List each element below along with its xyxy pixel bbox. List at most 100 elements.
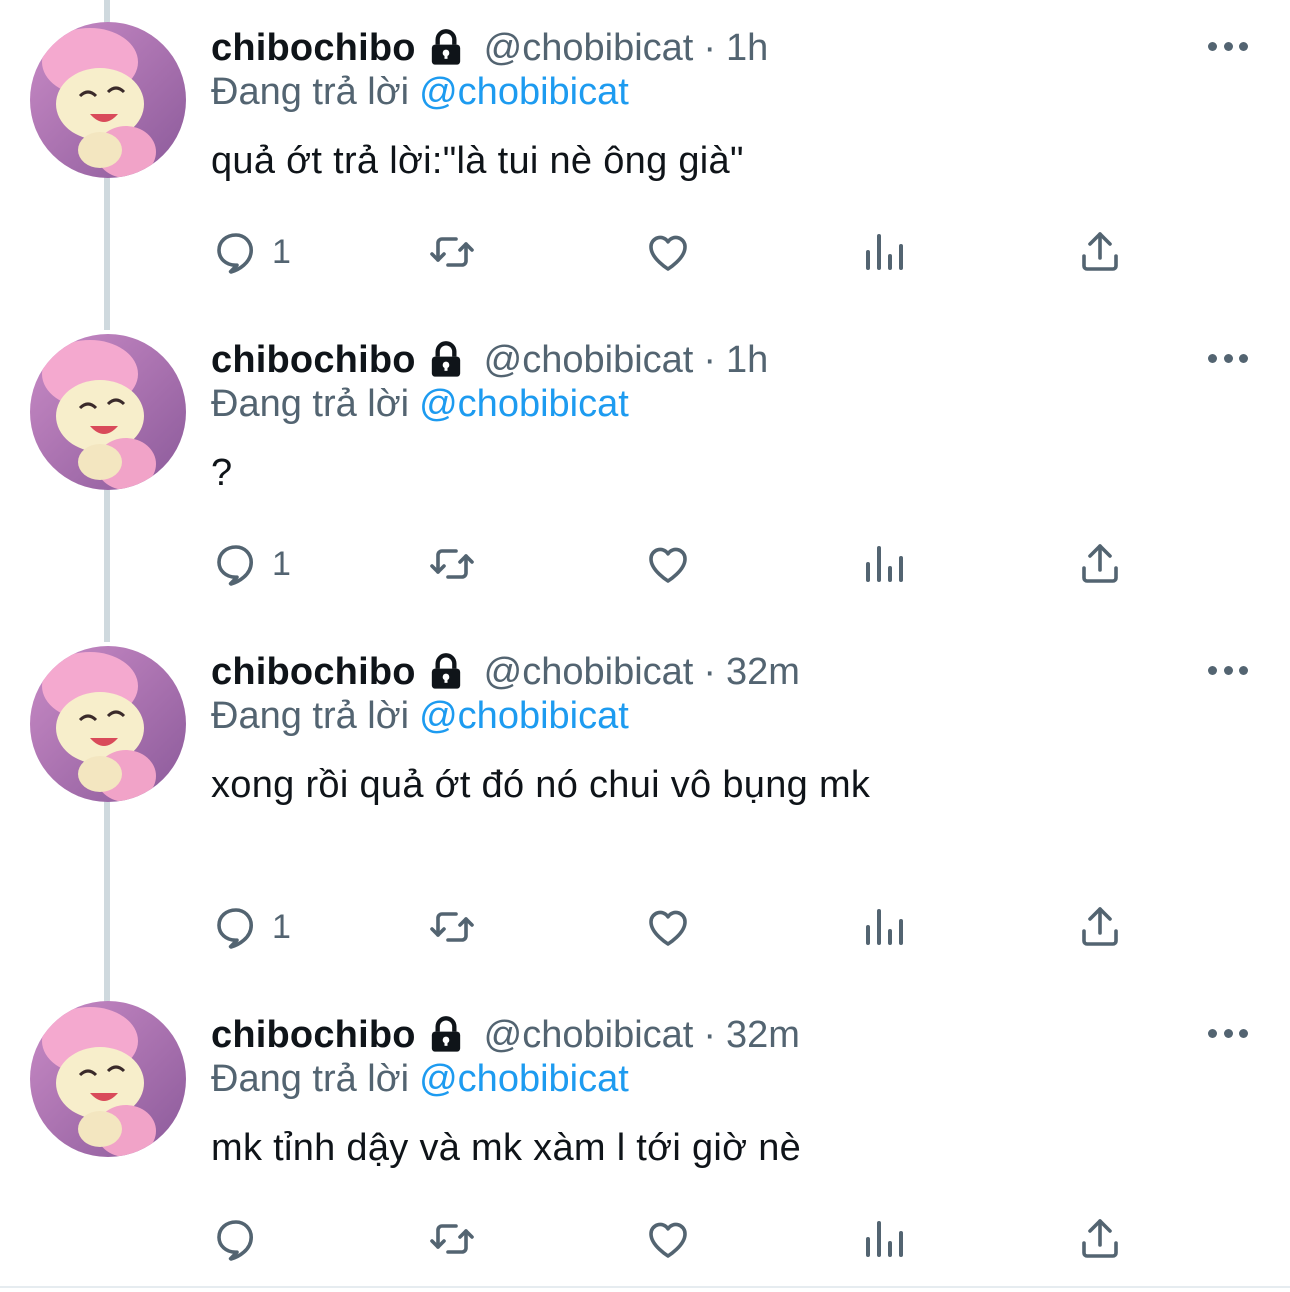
- mention-link[interactable]: @chobibicat: [419, 383, 629, 425]
- timestamp[interactable]: 32m: [726, 651, 800, 694]
- analytics-button[interactable]: [860, 897, 908, 957]
- tweet-text: quả ớt trả lời:"là tui nè ông già": [211, 140, 744, 182]
- replying-to: Đang trả lời @chobibicat: [211, 1058, 629, 1101]
- retweet-icon: [430, 549, 474, 579]
- avatar-image: [30, 334, 186, 490]
- avatar[interactable]: [30, 334, 186, 490]
- avatar-image: [30, 646, 186, 802]
- reply-count: 1: [272, 907, 291, 946]
- analytics-button[interactable]: [860, 534, 908, 594]
- reply-button[interactable]: 1: [212, 534, 291, 594]
- like-button[interactable]: [644, 222, 692, 282]
- retweet-button[interactable]: [428, 1209, 476, 1269]
- tweet-text: xong rồi quả ớt đó nó chui vô bụng mk: [211, 764, 871, 806]
- more-options-icon[interactable]: [1208, 352, 1248, 364]
- timestamp[interactable]: 1h: [726, 27, 768, 70]
- retweet-button[interactable]: [428, 897, 476, 957]
- tweet-text: ?: [211, 452, 233, 494]
- user-handle[interactable]: @chobibicat: [484, 27, 694, 70]
- tweet-text: mk tỉnh dậy và mk xàm l tới giờ nè: [211, 1127, 802, 1169]
- avatar-image: [30, 1001, 186, 1157]
- reply-button[interactable]: [212, 1209, 272, 1269]
- replying-label: Đang trả lời: [211, 695, 410, 737]
- share-button[interactable]: [1076, 534, 1124, 594]
- analytics-icon: [866, 546, 903, 582]
- reply-button[interactable]: 1: [212, 222, 291, 282]
- replying-to: Đang trả lời @chobibicat: [211, 71, 629, 114]
- replying-label: Đang trả lời: [211, 383, 410, 425]
- user-handle[interactable]: @chobibicat: [484, 339, 694, 382]
- user-handle[interactable]: @chobibicat: [484, 1014, 694, 1057]
- replying-to: Đang trả lời @chobibicat: [211, 383, 629, 426]
- timestamp[interactable]: 1h: [726, 339, 768, 382]
- tweet[interactable]: chibochibo @chobibicat · 32m Đang trả lờ…: [0, 1001, 1290, 1284]
- analytics-icon: [866, 1221, 903, 1257]
- replying-label: Đang trả lời: [211, 1058, 410, 1100]
- share-button[interactable]: [1076, 1209, 1124, 1269]
- mention-link[interactable]: @chobibicat: [419, 1058, 629, 1100]
- more-options-icon[interactable]: [1208, 664, 1248, 676]
- more-options-icon[interactable]: [1208, 1027, 1248, 1039]
- reply-icon: [217, 908, 253, 949]
- share-icon: [1082, 544, 1118, 583]
- like-icon: [649, 1222, 687, 1258]
- reply-icon: [217, 545, 253, 586]
- like-button[interactable]: [644, 897, 692, 957]
- lock-icon: [431, 29, 460, 65]
- display-name[interactable]: chibochibo: [211, 1014, 416, 1057]
- replying-to: Đang trả lời @chobibicat: [211, 695, 629, 738]
- lock-icon: [431, 653, 460, 689]
- retweet-icon: [430, 912, 474, 942]
- analytics-icon: [866, 909, 903, 945]
- reply-icon: [217, 1220, 253, 1261]
- separator-dot: ·: [703, 338, 716, 381]
- action-bar: 1: [0, 534, 1290, 594]
- like-icon: [649, 235, 687, 271]
- reply-count: 1: [272, 232, 291, 271]
- separator-dot: ·: [703, 26, 716, 69]
- retweet-button[interactable]: [428, 222, 476, 282]
- display-name[interactable]: chibochibo: [211, 27, 416, 70]
- retweet-icon: [430, 237, 474, 267]
- user-handle[interactable]: @chobibicat: [484, 651, 694, 694]
- avatar[interactable]: [30, 1001, 186, 1157]
- analytics-button[interactable]: [860, 222, 908, 282]
- like-icon: [649, 910, 687, 946]
- analytics-icon: [866, 234, 903, 270]
- like-button[interactable]: [644, 1209, 692, 1269]
- reply-icon: [217, 233, 253, 274]
- action-bar: 1: [0, 222, 1290, 282]
- lock-icon: [431, 1016, 460, 1052]
- replying-label: Đang trả lời: [211, 71, 410, 113]
- retweet-button[interactable]: [428, 534, 476, 594]
- display-name[interactable]: chibochibo: [211, 339, 416, 382]
- separator-dot: ·: [703, 650, 716, 693]
- avatar-image: [30, 22, 186, 178]
- tweet[interactable]: chibochibo @chobibicat · 1h Đang trả lời…: [0, 22, 1290, 312]
- reply-count: 1: [272, 544, 291, 583]
- share-icon: [1082, 907, 1118, 946]
- avatar[interactable]: [30, 22, 186, 178]
- mention-link[interactable]: @chobibicat: [419, 71, 629, 113]
- mention-link[interactable]: @chobibicat: [419, 695, 629, 737]
- tweet[interactable]: chibochibo @chobibicat · 1h Đang trả lời…: [0, 334, 1290, 624]
- tweet[interactable]: chibochibo @chobibicat · 32m Đang trả lờ…: [0, 646, 1290, 986]
- lock-icon: [431, 341, 460, 377]
- share-icon: [1082, 232, 1118, 271]
- action-bar: [0, 1209, 1290, 1269]
- separator-dot: ·: [703, 1013, 716, 1056]
- display-name[interactable]: chibochibo: [211, 651, 416, 694]
- more-options-icon[interactable]: [1208, 40, 1248, 52]
- reply-button[interactable]: 1: [212, 897, 291, 957]
- like-button[interactable]: [644, 534, 692, 594]
- share-button[interactable]: [1076, 222, 1124, 282]
- share-icon: [1082, 1219, 1118, 1258]
- like-icon: [649, 547, 687, 583]
- avatar[interactable]: [30, 646, 186, 802]
- retweet-icon: [430, 1224, 474, 1254]
- bottom-divider: [0, 1286, 1290, 1288]
- share-button[interactable]: [1076, 897, 1124, 957]
- timestamp[interactable]: 32m: [726, 1014, 800, 1057]
- analytics-button[interactable]: [860, 1209, 908, 1269]
- action-bar: 1: [0, 897, 1290, 957]
